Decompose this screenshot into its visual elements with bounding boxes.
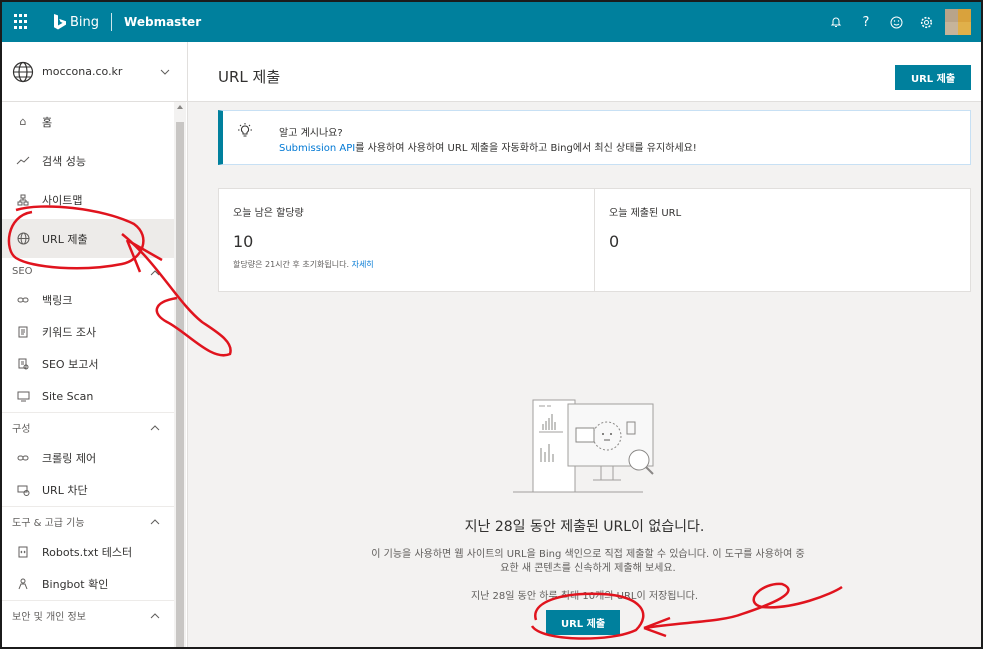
quota-stat: 오늘 남은 할당량 10 할당량은 21시간 후 초기화됩니다. 자세히 (219, 189, 594, 291)
sidebar-item-crawl-control[interactable]: 크롤링 제어 (2, 442, 174, 474)
nav-section-seo[interactable]: SEO (2, 258, 174, 284)
browser-frame: Bing Webmaster ? moccona.co.kr ⌂ 홈 검색 성능… (0, 0, 983, 649)
chevron-up-icon (150, 270, 160, 276)
globe-icon (16, 232, 30, 246)
sidebar-item-label: URL 차단 (42, 484, 88, 497)
stats-panel: 오늘 남은 할당량 10 할당량은 21시간 후 초기화됩니다. 자세히 오늘 … (218, 188, 971, 292)
chevron-up-icon (150, 613, 160, 619)
block-icon (16, 483, 30, 497)
sidebar-item-site-scan[interactable]: Site Scan (2, 380, 174, 412)
bell-icon[interactable] (823, 9, 849, 35)
sidebar-item-label: 사이트맵 (42, 193, 83, 207)
file-code-icon (16, 545, 30, 559)
sidebar-nav: ⌂ 홈 검색 성능 사이트맵 URL 제출 SEO 백링크 키워드 조사 SEO… (2, 102, 174, 630)
sidebar: moccona.co.kr ⌂ 홈 검색 성능 사이트맵 URL 제출 SEO … (2, 42, 188, 647)
top-bar: Bing Webmaster ? (2, 2, 981, 42)
sidebar-item-search-performance[interactable]: 검색 성능 (2, 141, 174, 180)
sidebar-item-bingbot-verify[interactable]: Bingbot 확인 (2, 568, 174, 600)
sidebar-item-backlinks[interactable]: 백링크 (2, 284, 174, 316)
sidebar-item-label: 홈 (42, 115, 53, 129)
scroll-up-arrow-icon[interactable] (177, 105, 183, 109)
banner-text: 를 사용하여 사용하여 URL 제출을 자동화하고 Bing에서 최신 상태를 … (355, 143, 697, 154)
empty-title: 지난 28일 동안 제출된 URL이 없습니다. (464, 519, 705, 535)
home-icon: ⌂ (19, 115, 27, 128)
chevron-up-icon (150, 425, 160, 431)
nav-section-config[interactable]: 구성 (2, 412, 174, 442)
scan-icon (16, 389, 30, 403)
sidebar-item-label: Site Scan (42, 389, 94, 403)
main-content: URL 제출 URL 제출 알고 계시나요? Submission API를 사… (188, 42, 981, 647)
submission-api-link[interactable]: Submission API (279, 143, 355, 154)
document-icon (16, 325, 30, 339)
sidebar-item-home[interactable]: ⌂ 홈 (2, 102, 174, 141)
globe-icon (12, 61, 34, 82)
sitemap-icon (16, 193, 30, 207)
scrollbar-thumb[interactable] (176, 122, 184, 647)
submitted-value: 0 (609, 232, 620, 251)
smiley-icon[interactable] (883, 9, 909, 35)
chevron-up-icon (150, 519, 160, 525)
page-title: URL 제출 (218, 68, 281, 86)
sidebar-item-seo-reports[interactable]: SEO 보고서 (2, 348, 174, 380)
brand-divider (111, 13, 113, 31)
banner-title: 알고 계시나요? (279, 128, 343, 139)
empty-state-illustration (513, 399, 654, 493)
sidebar-item-label: 크롤링 제어 (42, 452, 97, 465)
help-icon[interactable]: ? (853, 9, 879, 35)
page-header: URL 제출 URL 제출 (188, 42, 981, 102)
bing-logo-icon (54, 14, 66, 30)
quota-label: 오늘 남은 할당량 (233, 208, 304, 219)
sidebar-item-label: 백링크 (42, 294, 73, 307)
trend-icon (16, 154, 30, 168)
bot-icon (16, 577, 30, 591)
chevron-down-icon (160, 69, 170, 75)
brand-name: Bing (70, 14, 100, 30)
submit-url-button[interactable]: URL 제출 (895, 65, 971, 90)
sidebar-item-keyword-research[interactable]: 키워드 조사 (2, 316, 174, 348)
sidebar-scrollbar[interactable] (174, 102, 186, 647)
sidebar-item-block-urls[interactable]: URL 차단 (2, 474, 174, 506)
submitted-stat: 오늘 제출된 URL 0 (594, 189, 970, 291)
product-name: Webmaster (124, 15, 202, 29)
avatar[interactable] (945, 9, 971, 35)
sidebar-item-label: Bingbot 확인 (42, 578, 109, 591)
submitted-label: 오늘 제출된 URL (609, 208, 682, 219)
submit-url-center-button[interactable]: URL 제출 (546, 610, 620, 635)
brand[interactable]: Bing Webmaster (54, 13, 201, 31)
waffle-icon[interactable] (14, 14, 30, 30)
sidebar-item-label: SEO 보고서 (42, 358, 99, 371)
sidebar-item-label: URL 제출 (42, 232, 88, 246)
nav-section-label: 도구 & 고급 기능 (12, 518, 85, 529)
info-banner: 알고 계시나요? Submission API를 사용하여 사용하여 URL 제… (218, 110, 971, 165)
nav-section-label: 구성 (12, 424, 31, 435)
sidebar-item-url-submission[interactable]: URL 제출 (2, 219, 174, 258)
empty-description: 이 기능을 사용하면 웹 사이트의 URL을 Bing 색인으로 직접 제출할 … (371, 549, 805, 574)
link-icon (16, 451, 30, 465)
report-icon (16, 357, 30, 371)
quota-note: 할당량은 21시간 후 초기화됩니다. (233, 260, 350, 269)
sidebar-item-robots-tester[interactable]: Robots.txt 테스터 (2, 536, 174, 568)
link-icon (16, 293, 30, 307)
nav-section-label: SEO (12, 265, 33, 277)
sidebar-item-label: 키워드 조사 (42, 326, 97, 339)
site-name: moccona.co.kr (42, 65, 123, 78)
quota-value: 10 (233, 232, 254, 251)
empty-note: 지난 28일 동안 하루 최대 10개의 URL이 저장됩니다. (470, 591, 699, 602)
lightbulb-icon (238, 123, 252, 137)
nav-section-label: 보안 및 개인 정보 (12, 612, 86, 623)
sidebar-item-label: Robots.txt 테스터 (42, 546, 133, 559)
learn-more-link[interactable]: 자세히 (352, 260, 374, 269)
sidebar-item-label: 검색 성능 (42, 154, 86, 168)
nav-section-tools[interactable]: 도구 & 고급 기능 (2, 506, 174, 536)
sidebar-item-sitemaps[interactable]: 사이트맵 (2, 180, 174, 219)
site-selector[interactable]: moccona.co.kr (2, 42, 187, 102)
nav-section-security[interactable]: 보안 및 개인 정보 (2, 600, 174, 630)
gear-icon[interactable] (913, 9, 939, 35)
